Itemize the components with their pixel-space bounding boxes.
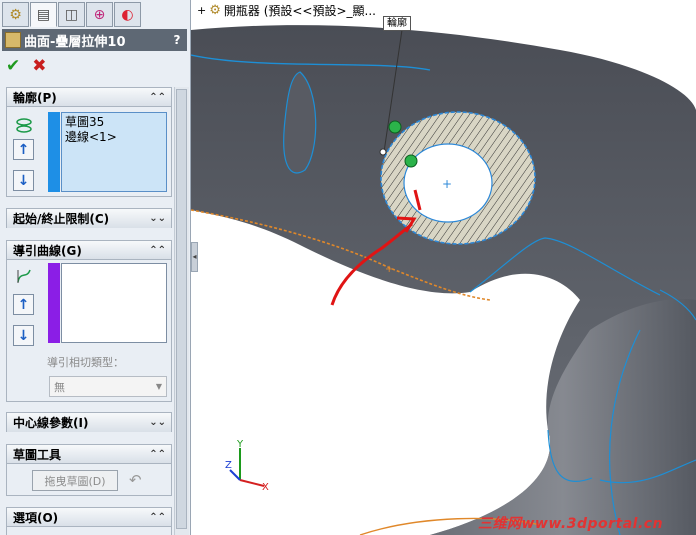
appearance-tab[interactable]: ◐ [114,2,141,27]
drag-sketch-button[interactable]: 拖曳草圖(D) [32,470,118,491]
part-name: 開瓶器 (預設<<預設>_顯... [223,4,376,18]
action-buttons: ✔ ✖ [6,56,47,76]
axis-x-label: X [262,482,269,493]
cancel-button[interactable]: ✖ [32,56,46,76]
property-manager-icon: ▤ [36,6,51,23]
profile-group-header[interactable]: 輪廓(P) ⌃⌃ [7,88,171,107]
property-manager-panel: ⚙ ▤ ◫ ⊕ ◐ 曲面-疊層拉伸10 ? ✔ ✖ 輪廓(P) ⌃⌃ ↑ ↓ 草… [0,0,191,535]
edge-midpoint-mark: + [385,264,393,275]
scrollbar-thumb[interactable] [176,89,187,529]
options-group-header[interactable]: 選項(O) ⌃⌃ [7,508,171,527]
profile-header-label: 輪廓(P) [13,90,57,105]
expand-icon: ⌄⌄ [149,213,166,224]
sketch-tools-header-label: 草圖工具 [13,447,62,462]
start-end-header-label: 起始/終止限制(C) [13,212,110,226]
tangency-type-select[interactable]: 無 ▼ [49,376,167,397]
configuration-manager-icon: ◫ [64,6,79,23]
profile-icon [13,114,34,135]
configuration-manager-tab[interactable]: ◫ [58,2,85,27]
dimxpert-tab[interactable]: ⊕ [86,2,113,27]
feature-title: 曲面-疊層拉伸10 [24,34,126,50]
connector-handle[interactable] [388,120,402,134]
move-down-button[interactable]: ↓ [13,170,34,191]
centerline-header-label: 中心線參數(I) [13,416,89,430]
panel-scrollbar[interactable] [174,87,189,535]
manager-tabs: ⚙ ▤ ◫ ⊕ ◐ [2,2,142,28]
profile-group: 輪廓(P) ⌃⌃ ↑ ↓ 草圖35 邊線<1> [6,87,172,197]
axis-triad: Y X Z [225,439,269,493]
loft-surface-icon [5,32,21,48]
feature-tree-flyout[interactable]: + ⚙ 開瓶器 (預設<<預設>_顯... [197,2,376,19]
dropdown-arrow-icon: ▼ [155,382,163,391]
dimxpert-icon: ⊕ [93,6,106,23]
feature-manager-tab[interactable]: ⚙ [2,2,29,27]
centerline-group-header[interactable]: 中心線參數(I) ⌄⌄ [7,413,171,432]
expand-icon: ⌄⌄ [149,417,166,428]
move-up-button[interactable]: ↑ [13,294,34,315]
expand-plus-icon[interactable]: + [197,4,206,17]
axis-y-label: Y [236,439,244,450]
feature-titlebar: 曲面-疊層拉伸10 ? [2,29,187,51]
part-icon: ⚙ [209,3,221,18]
move-up-button[interactable]: ↑ [13,139,34,160]
tangency-type-value: 無 [54,380,65,394]
collapse-icon: ⌃⌃ [149,448,166,460]
property-manager-tab[interactable]: ▤ [30,2,57,27]
profile-list[interactable]: 草圖35 邊線<1> [61,112,167,192]
undo-icon[interactable]: ↶ [129,471,142,489]
collapse-icon: ⌃⌃ [149,244,166,256]
connector-point[interactable] [379,148,387,156]
start-end-group: 起始/終止限制(C) ⌄⌄ [6,208,172,228]
appearance-icon: ◐ [121,6,134,23]
arrow-up-icon: ↑ [17,141,30,158]
connector-handle[interactable] [404,154,418,168]
guide-curves-list[interactable] [61,263,167,343]
profile-list-item[interactable]: 邊線<1> [65,130,166,145]
watermark-text: 三维网www.3dportal.cn [478,516,664,532]
sketch-tools-group-header[interactable]: 草圖工具 ⌃⌃ [7,445,171,464]
guide-curve-icon [13,265,34,286]
ok-button[interactable]: ✔ [6,56,20,76]
sketch-tools-group: 草圖工具 ⌃⌃ 拖曳草圖(D) ↶ [6,444,172,496]
arrow-down-icon: ↓ [17,327,30,344]
options-group: 選項(O) ⌃⌃ [6,507,172,535]
guide-color-bar [48,263,60,343]
help-button[interactable]: ? [167,33,187,47]
guide-curves-group: 導引曲線(G) ⌃⌃ ↑ ↓ 導引相切類型： 無 ▼ [6,240,172,402]
move-down-button[interactable]: ↓ [13,325,34,346]
guide-side-icons: ↑ ↓ [13,265,34,346]
guide-curves-header-label: 導引曲線(G) [13,243,82,258]
profile-color-bar [48,112,60,192]
start-end-group-header[interactable]: 起始/終止限制(C) ⌄⌄ [7,209,171,228]
arrow-up-icon: ↑ [17,296,30,313]
tangency-type-label: 導引相切類型： [47,356,124,369]
feature-manager-icon: ⚙ [9,6,22,23]
guide-curves-group-header[interactable]: 導引曲線(G) ⌃⌃ [7,241,171,260]
options-header-label: 選項(O) [13,510,59,525]
graphics-viewport[interactable]: + + Y X Z [191,0,696,535]
centerline-group: 中心線參數(I) ⌄⌄ [6,412,172,432]
profile-callout[interactable]: 輪廓 [383,16,411,31]
profile-side-icons: ↑ ↓ [13,114,34,191]
collapse-icon: ⌃⌃ [149,91,166,103]
profile-list-item[interactable]: 草圖35 [65,115,166,130]
axis-z-label: Z [225,460,232,471]
collapse-icon: ⌃⌃ [149,511,166,523]
hole-center-mark: + [442,177,452,191]
arrow-down-icon: ↓ [17,172,30,189]
